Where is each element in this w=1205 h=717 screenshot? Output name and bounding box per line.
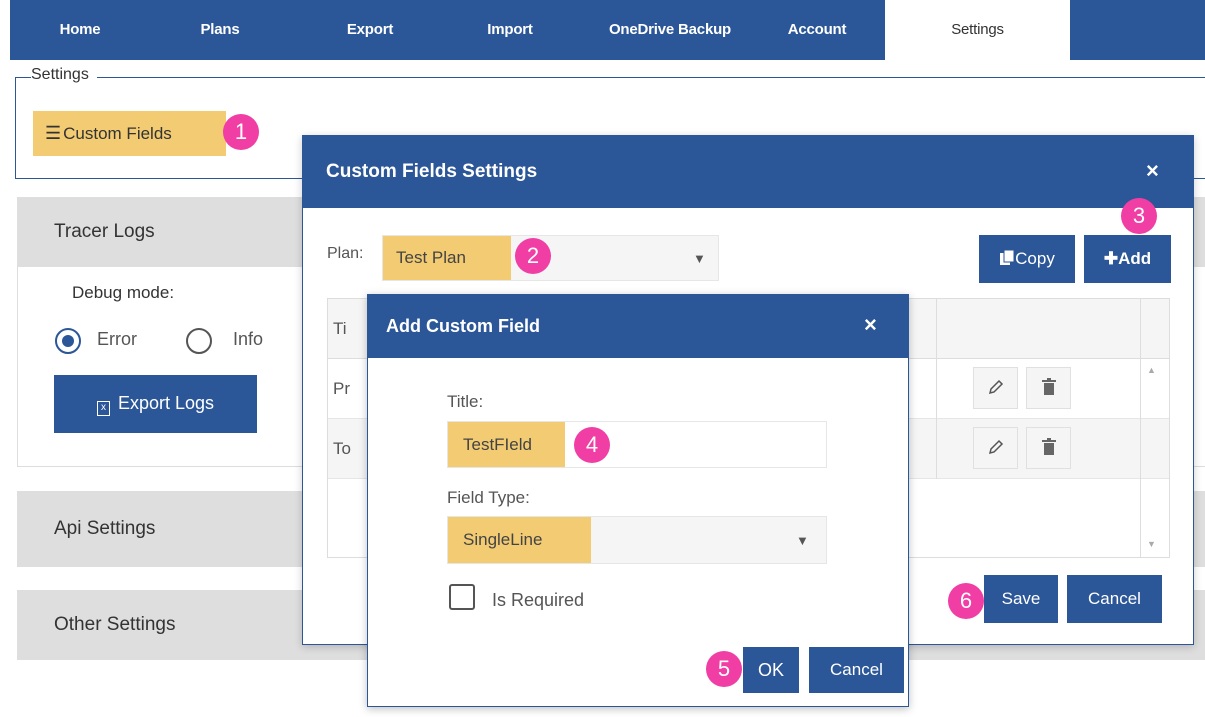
title-input[interactable]: TestFIeld (447, 421, 827, 468)
edit-button[interactable] (973, 367, 1018, 409)
radio-error[interactable] (55, 328, 81, 354)
excel-file-icon: x (96, 400, 110, 416)
add-button-label: Add (1118, 249, 1152, 268)
tab-export[interactable]: Export (330, 0, 410, 60)
delete-button[interactable] (1026, 367, 1071, 409)
table-cell-title: Pr (333, 379, 350, 398)
cancel-button[interactable]: Cancel (1067, 575, 1162, 623)
tab-onedrive-backup[interactable]: OneDrive Backup (590, 0, 750, 60)
title-input-value: TestFIeld (448, 422, 565, 467)
pencil-icon (988, 439, 1004, 455)
tab-import[interactable]: Import (470, 0, 550, 60)
add-button[interactable]: ✚Add (1084, 235, 1171, 283)
export-logs-button[interactable]: x Export Logs (54, 375, 257, 433)
save-button[interactable]: Save (984, 575, 1058, 623)
custom-fields-close-icon[interactable]: × (1146, 158, 1159, 184)
tab-plans[interactable]: Plans (185, 0, 255, 60)
debug-mode-label: Debug mode: (72, 283, 175, 302)
plus-icon: ✚ (1103, 249, 1119, 268)
add-field-cancel-button[interactable]: Cancel (809, 647, 904, 693)
custom-fields-button[interactable]: ☰ Custom Fields (33, 111, 226, 156)
copy-button[interactable]: Copy (979, 235, 1075, 283)
field-type-label: Field Type: (447, 488, 530, 507)
table-cell-title: To (333, 439, 351, 458)
radio-info[interactable] (186, 328, 212, 354)
is-required-label: Is Required (492, 590, 585, 610)
edit-button[interactable] (973, 427, 1018, 469)
custom-fields-dialog-title: Custom Fields Settings (303, 136, 1193, 208)
add-field-close-icon[interactable]: × (864, 312, 877, 338)
chevron-down-icon: ▼ (693, 251, 706, 266)
custom-fields-button-label: Custom Fields (63, 124, 172, 143)
top-nav-bar: Home Plans Export Import OneDrive Backup… (10, 0, 1205, 60)
plan-select-value: Test Plan (383, 236, 511, 280)
trash-icon (1042, 438, 1056, 455)
copy-icon (1000, 249, 1015, 265)
field-type-value: SingleLine (448, 517, 591, 563)
export-logs-label: Export Logs (117, 392, 215, 413)
trash-icon (1042, 378, 1056, 395)
delete-button[interactable] (1026, 427, 1071, 469)
copy-button-label: Copy (1015, 249, 1055, 268)
step-badge-4: 4 (574, 427, 610, 463)
tab-settings[interactable]: Settings (885, 0, 1070, 60)
column-divider (936, 299, 937, 479)
step-badge-1: 1 (223, 114, 259, 150)
table-header-title: Ti (333, 319, 347, 338)
add-custom-field-dialog: Add Custom Field × Title: TestFIeld 4 Fi… (367, 294, 909, 707)
field-type-select[interactable]: SingleLine ▼ (447, 516, 827, 564)
radio-error-label: Error (97, 329, 137, 349)
radio-info-label: Info (233, 329, 264, 349)
add-custom-field-dialog-title: Add Custom Field (368, 295, 908, 358)
title-label: Title: (447, 392, 484, 411)
scrollbar-divider (1140, 299, 1141, 557)
chevron-down-icon: ▼ (796, 533, 809, 548)
step-badge-5: 5 (706, 651, 742, 687)
step-badge-2: 2 (515, 238, 551, 274)
scroll-down-arrow-icon[interactable]: ▼ (1147, 539, 1156, 549)
step-badge-3: 3 (1121, 198, 1157, 234)
hamburger-icon: ☰ (45, 123, 62, 143)
ok-button[interactable]: OK (743, 647, 799, 693)
is-required-checkbox[interactable] (449, 584, 475, 610)
tab-home[interactable]: Home (40, 0, 120, 60)
tab-account[interactable]: Account (772, 0, 862, 60)
plan-label: Plan: (327, 245, 364, 262)
scroll-up-arrow-icon[interactable]: ▲ (1147, 365, 1156, 375)
settings-legend: Settings (31, 66, 97, 84)
step-badge-6: 6 (948, 583, 984, 619)
pencil-icon (988, 379, 1004, 395)
